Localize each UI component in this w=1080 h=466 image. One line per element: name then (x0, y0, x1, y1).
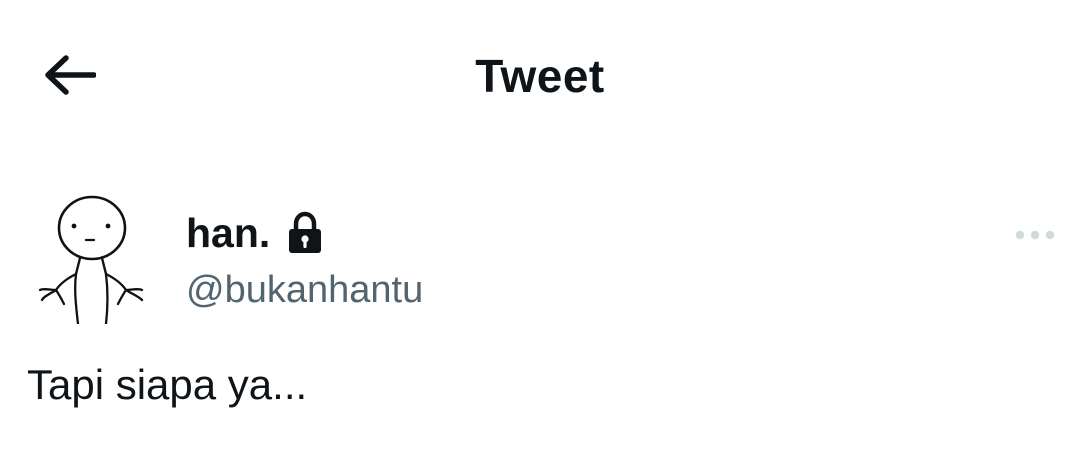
shrug-stickman-avatar (38, 195, 144, 326)
lock-icon (289, 211, 322, 253)
more-dots-icon (1015, 230, 1055, 240)
tweet-author: han. @bukanhantu (0, 190, 1080, 330)
author-name-row[interactable]: han. (186, 208, 324, 258)
author-handle[interactable]: @bukanhantu (186, 268, 423, 312)
author-display-name: han. (186, 210, 271, 256)
header-bar: Tweet (0, 0, 1080, 150)
more-options-button[interactable] (1010, 220, 1060, 250)
tweet-text: Tapi siapa ya... (27, 361, 308, 408)
avatar[interactable] (28, 190, 162, 326)
page-title: Tweet (475, 50, 605, 102)
